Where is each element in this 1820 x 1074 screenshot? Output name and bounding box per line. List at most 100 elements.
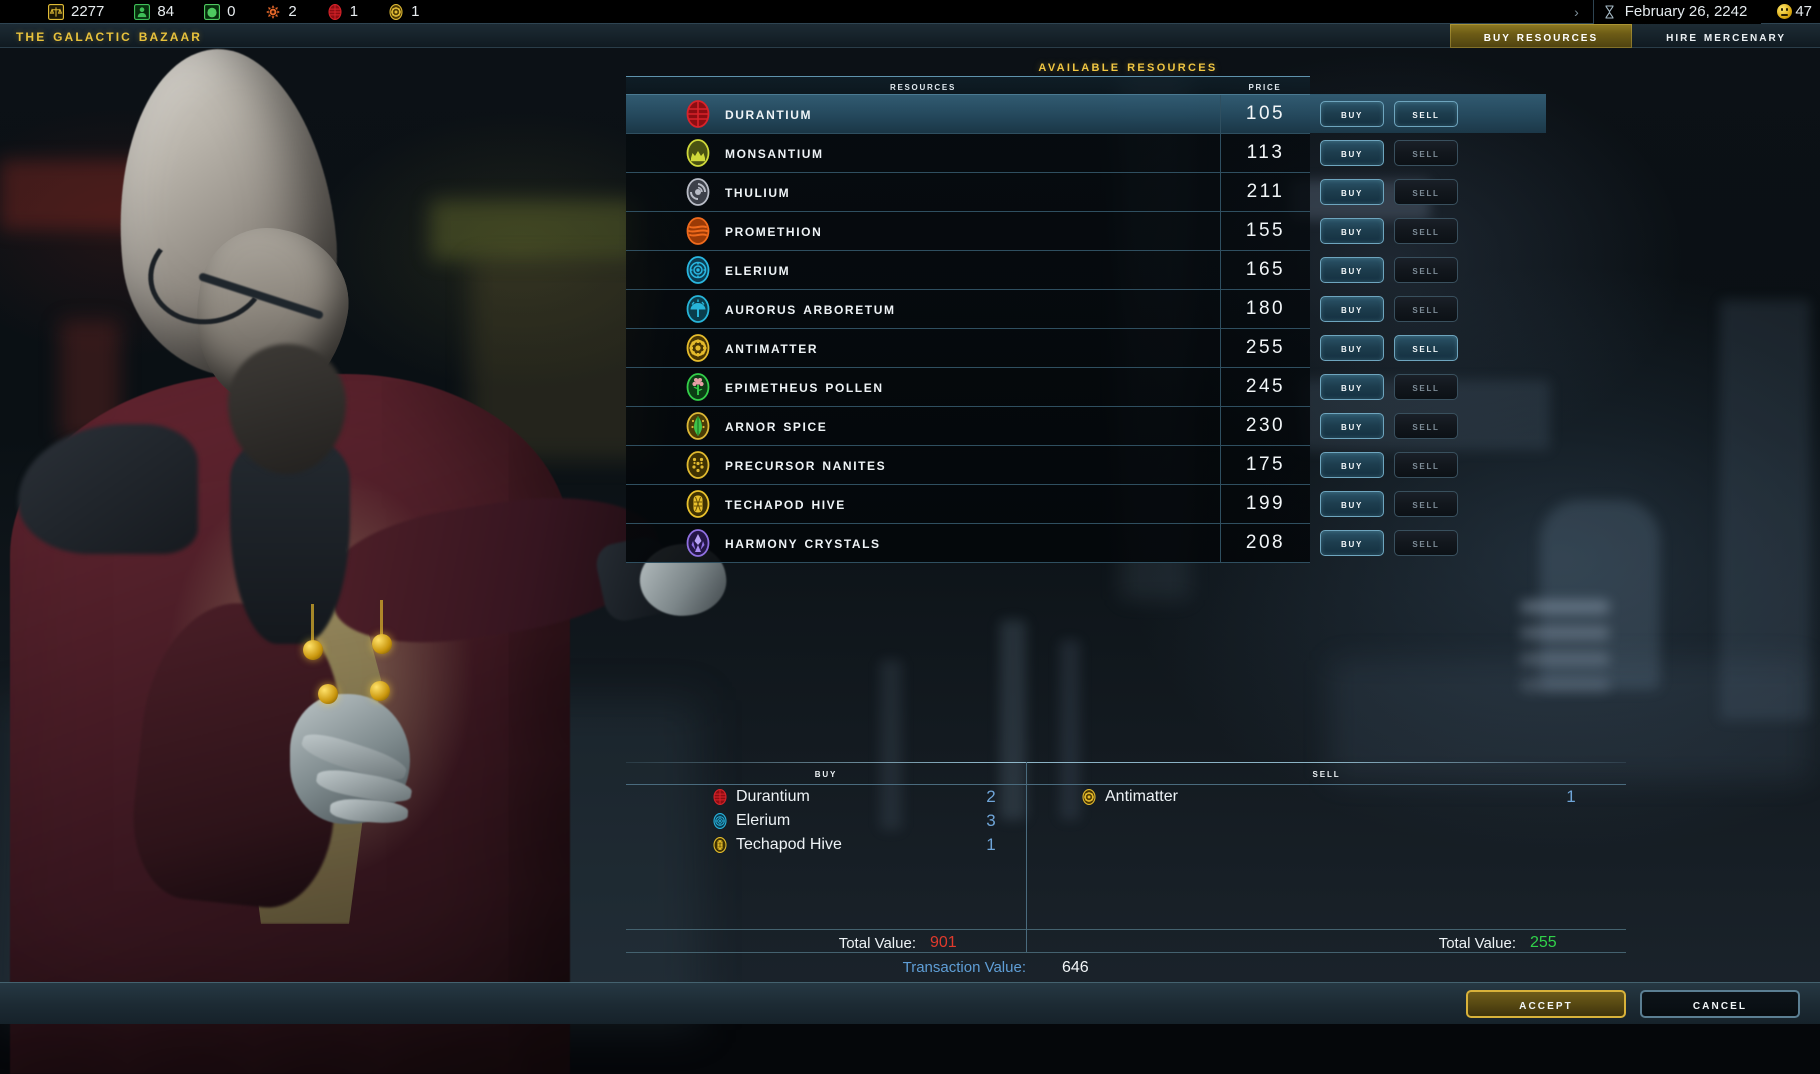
table-row[interactable]: Epimetheus Pollen 245 bbox=[626, 368, 1310, 407]
transaction-cart: Buy Durantium2 Elerium3 Techapod Hive1 T… bbox=[626, 762, 1626, 992]
tab-hire-mercenary[interactable]: Hire Mercenary bbox=[1632, 24, 1820, 48]
sell-button[interactable]: Sell bbox=[1394, 374, 1458, 400]
table-row[interactable]: Promethion155 bbox=[626, 212, 1310, 251]
buy-button[interactable]: Buy bbox=[1320, 335, 1384, 361]
resource-name: Harmony Crystals bbox=[725, 533, 881, 553]
resource-price: 230 bbox=[1220, 407, 1310, 446]
resource-price: 113 bbox=[1220, 134, 1310, 173]
research-icon bbox=[265, 4, 281, 20]
cart-item[interactable]: Techapod Hive1 bbox=[626, 833, 1026, 857]
buy-button[interactable]: Buy bbox=[1320, 140, 1384, 166]
buy-button[interactable]: Buy bbox=[1320, 179, 1384, 205]
table-header-row: Resources Price bbox=[626, 77, 1310, 95]
table-row[interactable]: Elerium 165 bbox=[626, 251, 1310, 290]
resource-price: 211 bbox=[1220, 173, 1310, 212]
table-row[interactable]: Harmony Crystals208 bbox=[626, 524, 1310, 563]
buy-button[interactable]: Buy bbox=[1320, 491, 1384, 517]
available-resources-title: Available Resources bbox=[626, 58, 1310, 76]
buy-button[interactable]: Buy bbox=[1320, 257, 1384, 283]
cart-item-quantity: 1 bbox=[1516, 787, 1626, 807]
approval-indicator: 47 bbox=[1777, 3, 1812, 20]
resource-name: Antimatter bbox=[725, 338, 818, 358]
buy-button[interactable]: Buy bbox=[1320, 530, 1384, 556]
sell-total-value: 255 bbox=[1516, 934, 1626, 952]
sell-button[interactable]: Sell bbox=[1394, 491, 1458, 517]
cart-item-name: Durantium bbox=[736, 788, 956, 806]
tab-buy-resources[interactable]: Buy Resources bbox=[1450, 24, 1632, 48]
sell-button[interactable]: Sell bbox=[1394, 413, 1458, 439]
cart-item-quantity: 3 bbox=[956, 811, 1026, 831]
food-icon bbox=[204, 4, 220, 20]
cart-item[interactable]: Durantium2 bbox=[626, 785, 1026, 809]
resource-price: 245 bbox=[1220, 368, 1310, 407]
trade-buttons-row: Buy Sell bbox=[1310, 328, 1610, 367]
resource-name: Precursor Nanites bbox=[725, 455, 886, 475]
resource-price: 199 bbox=[1220, 485, 1310, 524]
resource-price: 165 bbox=[1220, 251, 1310, 290]
resource-price: 155 bbox=[1220, 212, 1310, 251]
table-row[interactable]: Techapod Hive 199 bbox=[626, 485, 1310, 524]
resource-counter-antimatter[interactable]: 1 bbox=[388, 3, 419, 20]
sell-button[interactable]: Sell bbox=[1394, 101, 1458, 127]
resource-counter-research[interactable]: 2 bbox=[265, 3, 296, 20]
buy-button[interactable]: Buy bbox=[1320, 374, 1384, 400]
thulium-icon bbox=[684, 178, 712, 206]
approval-face-icon bbox=[1777, 4, 1792, 19]
resource-name: Arnor Spice bbox=[725, 416, 827, 436]
resource-counter-durantium[interactable]: 1 bbox=[327, 3, 358, 20]
resource-name: Techapod Hive bbox=[725, 494, 846, 514]
table-row[interactable]: Precursor Nanites175 bbox=[626, 446, 1310, 485]
table-row[interactable]: Monsantium113 bbox=[626, 134, 1310, 173]
cart-item-name: Elerium bbox=[736, 812, 956, 830]
resource-counter-food[interactable]: 0 bbox=[204, 3, 235, 20]
sell-button[interactable]: Sell bbox=[1394, 296, 1458, 322]
resource-name: Durantium bbox=[725, 104, 812, 124]
resource-counter-credits[interactable]: 2277 bbox=[48, 3, 104, 20]
cart-item-quantity: 2 bbox=[956, 787, 1026, 807]
buy-button[interactable]: Buy bbox=[1320, 413, 1384, 439]
resource-name: Epimetheus Pollen bbox=[725, 377, 884, 397]
sell-button[interactable]: Sell bbox=[1394, 530, 1458, 556]
alien-merchant-portrait bbox=[0, 44, 700, 1024]
sell-button[interactable]: Sell bbox=[1394, 140, 1458, 166]
page-title: The Galactic Bazaar bbox=[16, 26, 202, 46]
buy-button[interactable]: Buy bbox=[1320, 296, 1384, 322]
table-row[interactable]: Arnor Spice 230 bbox=[626, 407, 1310, 446]
date-panel: February 26, 2242 bbox=[1593, 0, 1762, 24]
cancel-button[interactable]: Cancel bbox=[1640, 990, 1800, 1018]
trade-buttons-row: Buy Sell bbox=[1310, 94, 1546, 133]
resource-price: 255 bbox=[1220, 329, 1310, 368]
sell-button[interactable]: Sell bbox=[1394, 179, 1458, 205]
buy-button[interactable]: Buy bbox=[1320, 452, 1384, 478]
table-row[interactable]: Durantium 105 bbox=[626, 95, 1310, 134]
resource-name: Elerium bbox=[725, 260, 790, 280]
next-turn-arrow-icon[interactable]: › bbox=[1574, 4, 1579, 20]
game-date: February 26, 2242 bbox=[1625, 3, 1748, 20]
resource-counter-population[interactable]: 84 bbox=[134, 3, 174, 20]
cart-item[interactable]: Elerium3 bbox=[626, 809, 1026, 833]
techapod-icon bbox=[712, 837, 728, 853]
buy-button[interactable]: Buy bbox=[1320, 218, 1384, 244]
resource-value: 2277 bbox=[71, 3, 104, 20]
table-row[interactable]: Antimatter 255 bbox=[626, 329, 1310, 368]
antimatter-icon bbox=[1081, 789, 1097, 805]
trade-buttons-row: Buy Sell bbox=[1310, 133, 1610, 172]
resource-price: 105 bbox=[1220, 95, 1310, 134]
cart-item[interactable]: Antimatter1 bbox=[1027, 785, 1626, 809]
accept-button[interactable]: Accept bbox=[1466, 990, 1626, 1018]
sell-button[interactable]: Sell bbox=[1394, 335, 1458, 361]
transaction-value-amount: 646 bbox=[1026, 959, 1089, 977]
approval-value: 47 bbox=[1795, 3, 1812, 20]
cart-item-name: Antimatter bbox=[1105, 788, 1516, 806]
trade-buttons-row: Buy Sell bbox=[1310, 367, 1610, 406]
techapod-icon bbox=[684, 490, 712, 518]
table-row[interactable]: Thulium211 bbox=[626, 173, 1310, 212]
resource-value: 1 bbox=[411, 3, 419, 20]
resource-value: 0 bbox=[227, 3, 235, 20]
sell-button[interactable]: Sell bbox=[1394, 218, 1458, 244]
table-row[interactable]: Aurorus Arboretum180 bbox=[626, 290, 1310, 329]
sell-button[interactable]: Sell bbox=[1394, 257, 1458, 283]
sell-button[interactable]: Sell bbox=[1394, 452, 1458, 478]
buy-button[interactable]: Buy bbox=[1320, 101, 1384, 127]
buy-total-line: Total Value: 901 bbox=[626, 929, 1026, 952]
